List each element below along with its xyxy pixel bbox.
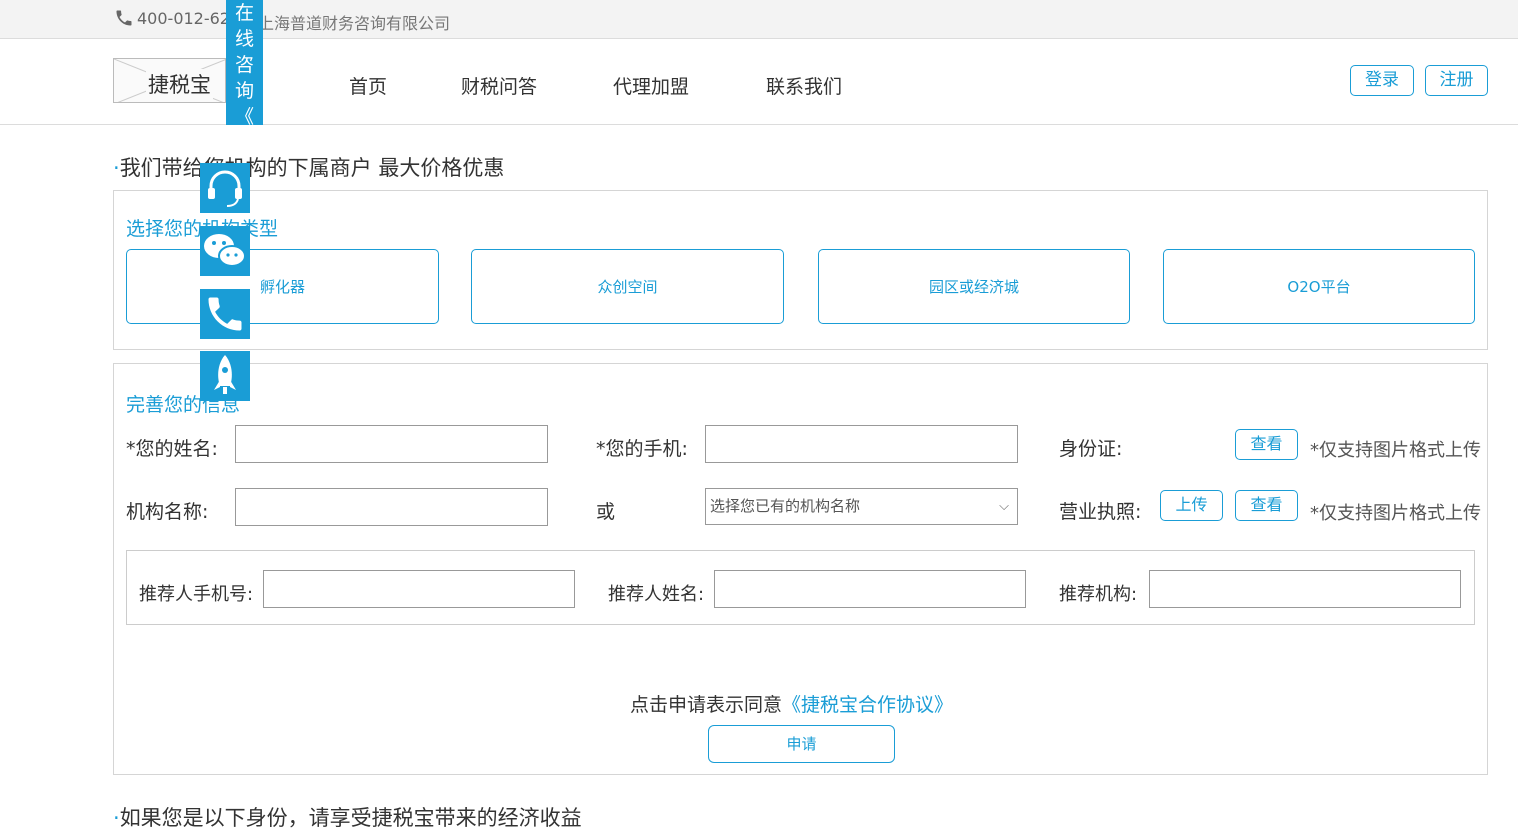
org-type-coworking[interactable]: 众创空间 [471,249,784,324]
section-title-text: 我们带给您机构的下属商户 最大价格优惠 [119,156,505,180]
login-button[interactable]: 登录 [1350,65,1414,96]
nav-agency[interactable]: 代理加盟 [613,72,689,99]
agreement-prefix: 点击申请表示同意 [630,694,783,716]
consult-char: 线 [234,28,254,50]
agreement-link[interactable]: 《捷税宝合作协议》 [782,694,953,716]
agreement-text: 点击申请表示同意《捷税宝合作协议》 [630,690,953,717]
select-value: 选择您已有的机构名称 [710,497,861,515]
logo[interactable]: 捷税宝 [113,58,226,103]
nav-home[interactable]: 首页 [349,72,387,99]
license-hint: *仅支持图片格式上传 [1310,503,1481,524]
consult-char: 询 [234,80,254,102]
wechat-icon[interactable] [200,226,250,276]
ref-org-input[interactable] [1149,570,1461,608]
nav-contact[interactable]: 联系我们 [766,72,842,99]
license-view-button[interactable]: 查看 [1235,490,1298,521]
org-name-label: 机构名称: [126,501,209,523]
mobile-label: *您的手机: [596,438,688,460]
rocket-icon[interactable] [200,351,250,401]
headset-icon[interactable] [200,163,250,213]
bullet-dot: · [113,806,120,830]
company-name: 上海普道财务咨询有限公司 [258,14,451,33]
phone-icon[interactable] [200,289,250,339]
license-upload-button[interactable]: 上传 [1160,490,1223,521]
ref-mobile-label: 推荐人手机号: [139,584,254,605]
org-type-incubator[interactable]: 孵化器 [126,249,439,324]
org-type-park[interactable]: 园区或经济城 [818,249,1130,324]
consult-char: 《 [234,106,254,128]
nav-tax-qa[interactable]: 财税问答 [461,72,537,99]
section-title-text: 如果您是以下身份，请享受捷税宝带来的经济收益 [119,806,582,830]
id-card-label: 身份证: [1059,438,1123,460]
or-label: 或 [596,501,616,523]
bullet-dot: · [113,156,120,180]
section-title-discount: ·我们带给您机构的下属商户 最大价格优惠 [113,152,504,182]
chevron-down-icon: ⌵ [999,499,1009,514]
license-label: 营业执照: [1059,501,1142,523]
ref-mobile-input[interactable] [263,570,575,608]
hotline: 400-012-62 [114,8,230,28]
id-card-view-button[interactable]: 查看 [1235,429,1298,460]
mobile-input[interactable] [705,425,1018,463]
consult-char: 在 [234,2,254,24]
ref-name-label: 推荐人姓名: [608,584,705,605]
name-label: *您的姓名: [126,438,218,460]
logo-text: 捷税宝 [146,69,213,99]
hotline-number: 400-012-62 [137,8,230,28]
name-input[interactable] [235,425,548,463]
ref-org-label: 推荐机构: [1059,584,1138,605]
org-type-o2o[interactable]: O2O平台 [1163,249,1475,324]
phone-icon [116,10,132,26]
section-title-income: ·如果您是以下身份，请享受捷税宝带来的经济收益 [113,802,582,831]
register-button[interactable]: 注册 [1425,65,1488,96]
apply-button[interactable]: 申请 [708,725,895,763]
ref-name-input[interactable] [714,570,1026,608]
online-consult-tab[interactable]: 在 线 咨 询 《 [226,0,263,128]
id-card-hint: *仅支持图片格式上传 [1310,440,1481,461]
existing-org-select[interactable]: 选择您已有的机构名称 ⌵ [705,488,1018,525]
consult-char: 咨 [234,54,254,76]
org-name-input[interactable] [235,488,548,526]
